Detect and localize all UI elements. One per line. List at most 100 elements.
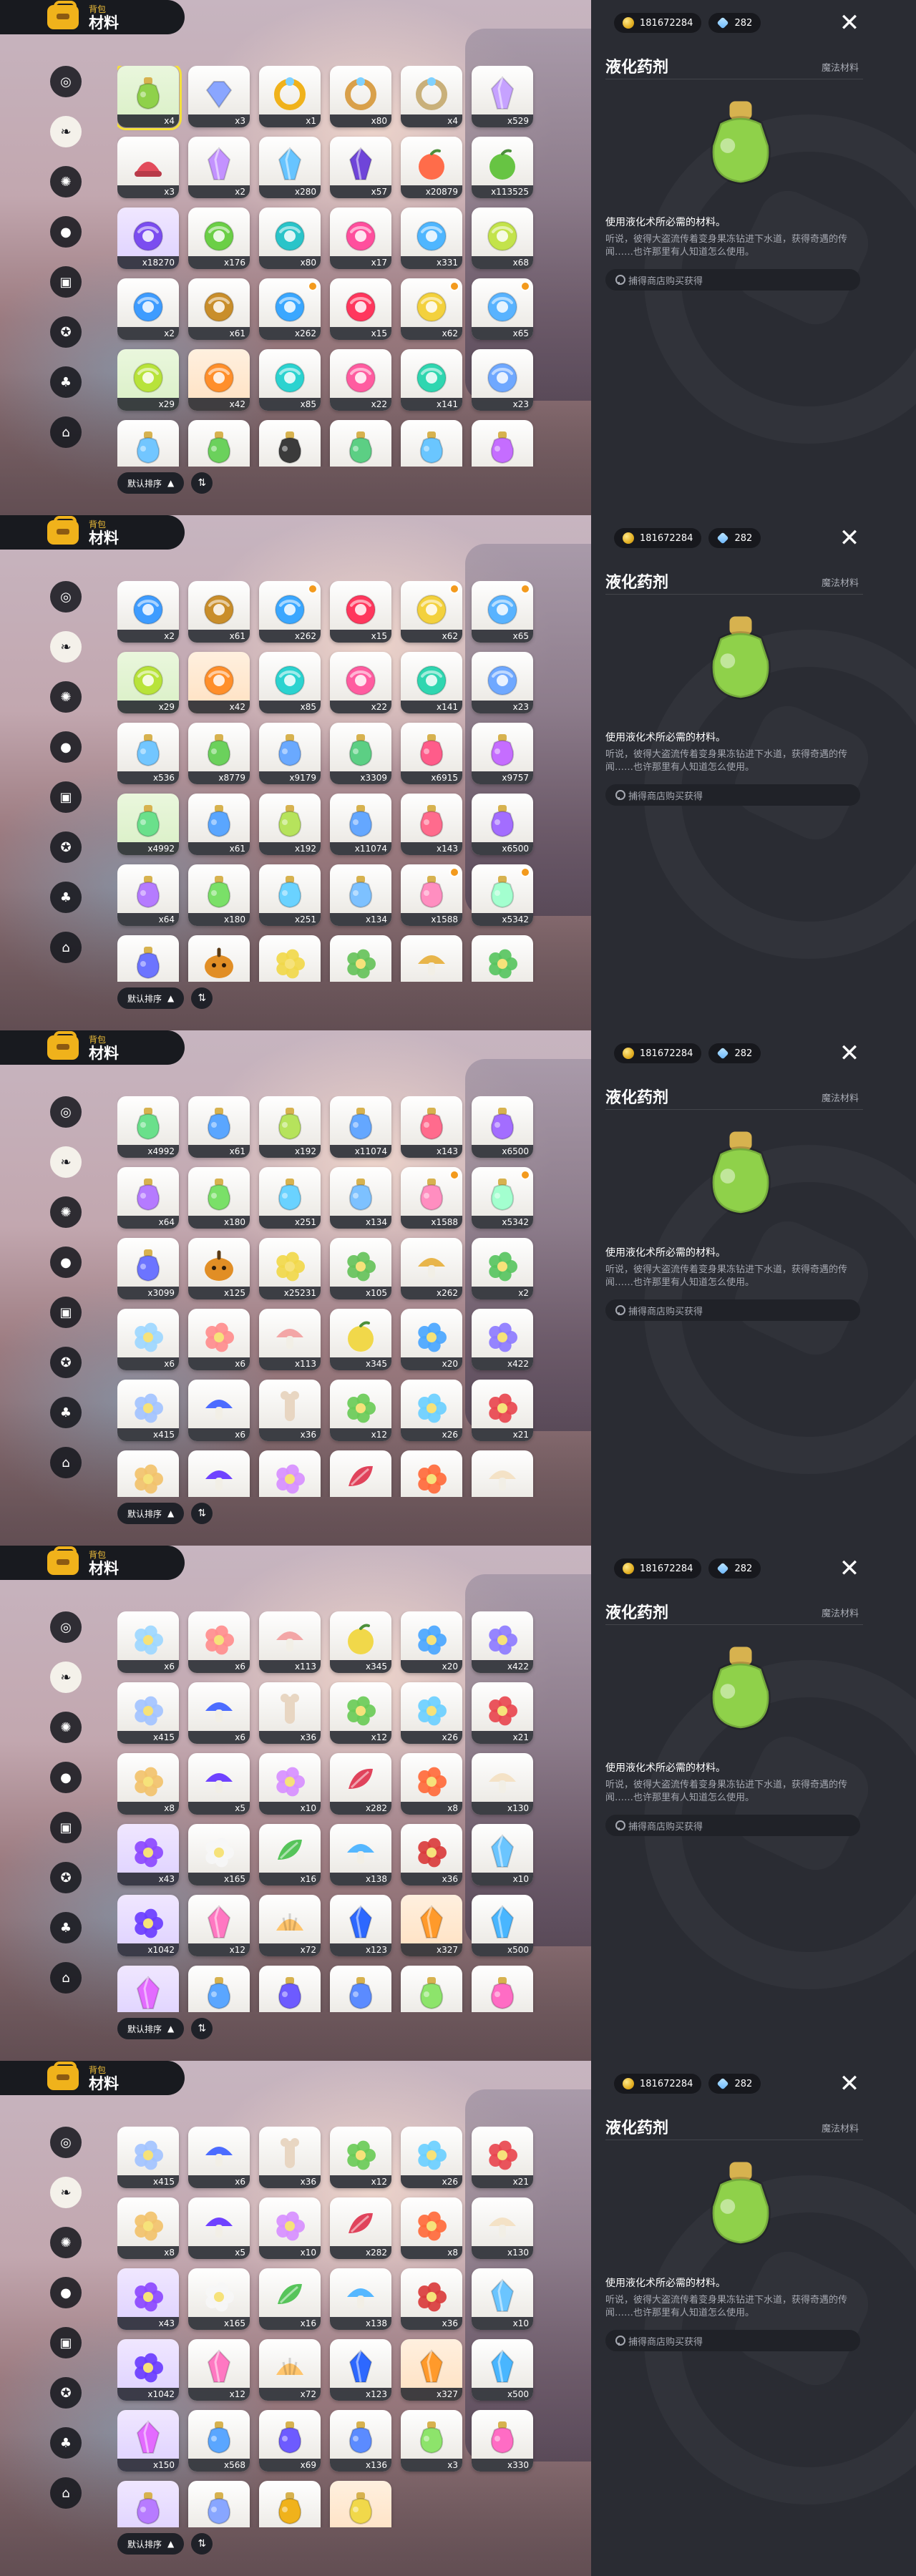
item-slot[interactable]: x16 [259, 2268, 321, 2330]
item-slot[interactable]: x125 [188, 1238, 250, 1299]
item-slot[interactable]: x29 [117, 349, 179, 411]
item-slot[interactable]: x21 [472, 2127, 533, 2188]
sort-dropdown[interactable]: 默认排序 ▲ [117, 2533, 185, 2555]
item-slot[interactable]: x15 [330, 581, 391, 643]
close-button[interactable]: ✕ [835, 2069, 864, 2098]
item-slot[interactable]: x1 [259, 66, 321, 127]
materials-icon[interactable]: ❧ [50, 631, 82, 663]
item-slot[interactable]: x8 [117, 1450, 179, 1497]
item-slot[interactable]: x113525 [472, 137, 533, 198]
item-slot[interactable]: x6500 [472, 794, 533, 855]
item-slot[interactable]: x69 [259, 2410, 321, 2472]
ball-icon[interactable]: ✪ [50, 316, 82, 348]
item-slot[interactable]: x192 [259, 794, 321, 855]
item-slot[interactable]: x68 [472, 208, 533, 269]
item-slot[interactable]: x43 [117, 2268, 179, 2330]
item-slot[interactable]: x123 [330, 2339, 391, 2401]
item-slot[interactable]: x6 [188, 2127, 250, 2188]
item-slot[interactable]: x69 [259, 1966, 321, 2012]
item-slot[interactable]: x8 [117, 2197, 179, 2259]
item-slot[interactable]: x20879 [401, 137, 462, 198]
item-slot[interactable]: x42 [188, 349, 250, 411]
item-slot[interactable]: x9757 [472, 723, 533, 784]
item-slot[interactable]: x12 [330, 1380, 391, 1441]
item-slot[interactable]: x85 [259, 652, 321, 713]
sort-order-toggle[interactable]: ⇅ [191, 472, 213, 494]
chest-icon[interactable]: ⌂ [50, 1447, 82, 1478]
item-slot[interactable]: x6 [188, 1682, 250, 1744]
item-slot[interactable]: x282 [330, 2197, 391, 2259]
item-slot[interactable]: x4 [117, 66, 182, 130]
sort-order-toggle[interactable]: ⇅ [191, 1503, 213, 1524]
item-slot[interactable]: x61 [188, 581, 250, 643]
item-slot[interactable]: x113 [259, 1611, 321, 1673]
item-slot[interactable]: x10 [259, 1450, 321, 1497]
item-slot[interactable]: x22 [330, 652, 391, 713]
ball-icon[interactable]: ✪ [50, 1862, 82, 1893]
item-slot[interactable]: x25231 [259, 1238, 321, 1299]
item-source[interactable]: 捕得商店购买获得 [605, 2330, 860, 2351]
gear-icon[interactable]: ✺ [50, 166, 82, 197]
item-slot[interactable]: x3 [117, 137, 179, 198]
gear-icon[interactable]: ✺ [50, 681, 82, 713]
item-slot[interactable]: x422 [472, 1611, 533, 1673]
item-slot[interactable] [188, 935, 250, 982]
all-items-icon[interactable]: ◎ [50, 581, 82, 613]
item-slot[interactable]: x16 [259, 1824, 321, 1885]
item-slot[interactable]: x43 [117, 1824, 179, 1885]
ball-icon[interactable]: ✪ [50, 831, 82, 863]
item-slot[interactable]: x6 [188, 1309, 250, 1370]
all-items-icon[interactable]: ◎ [50, 1611, 82, 1643]
item-source[interactable]: 捕得商店购买获得 [605, 1299, 860, 1321]
bucket-icon[interactable]: ▣ [50, 1297, 82, 1328]
item-slot[interactable]: x1433 [188, 2481, 250, 2527]
item-slot[interactable]: x138 [330, 2268, 391, 2330]
item-slot[interactable]: x23 [472, 349, 533, 411]
item-slot[interactable]: x282 [330, 1753, 391, 1815]
item-slot[interactable] [401, 420, 462, 467]
item-slot[interactable]: x105 [330, 1238, 391, 1299]
item-slot[interactable]: x42 [188, 652, 250, 713]
item-slot[interactable]: x62 [401, 278, 462, 340]
item-slot[interactable]: x165 [188, 2268, 250, 2330]
item-slot[interactable]: x6 [117, 1309, 179, 1370]
item-slot[interactable]: x568 [188, 2410, 250, 2472]
sort-dropdown[interactable]: 默认排序 ▲ [117, 472, 185, 494]
item-slot[interactable]: x5 [188, 2197, 250, 2259]
acorn-icon[interactable]: ♣ [50, 1912, 82, 1943]
item-slot[interactable] [259, 935, 321, 982]
all-items-icon[interactable]: ◎ [50, 66, 82, 97]
item-slot[interactable]: x327 [401, 2339, 462, 2401]
item-slot[interactable]: x3309 [330, 723, 391, 784]
item-slot[interactable]: x123 [330, 1895, 391, 1956]
materials-icon[interactable]: ❧ [50, 1662, 82, 1693]
item-slot[interactable]: x180 [188, 1167, 250, 1229]
item-slot[interactable] [472, 420, 533, 467]
chest-icon[interactable]: ⌂ [50, 932, 82, 963]
item-slot[interactable]: x36 [401, 2268, 462, 2330]
item-slot[interactable]: x2 [472, 1238, 533, 1299]
materials-icon[interactable]: ❧ [50, 116, 82, 147]
item-slot[interactable]: x5342 [472, 1167, 533, 1229]
item-slot[interactable]: x327 [401, 1895, 462, 1956]
item-slot[interactable]: x61 [188, 278, 250, 340]
item-slot[interactable]: x500 [472, 1895, 533, 1956]
item-slot[interactable]: x2 [188, 137, 250, 198]
item-slot[interactable]: x6 [117, 1611, 179, 1673]
item-slot[interactable]: x61 [188, 794, 250, 855]
item-slot[interactable]: x8 [117, 1753, 179, 1815]
bucket-icon[interactable]: ▣ [50, 266, 82, 298]
item-slot[interactable]: x17 [330, 208, 391, 269]
item-slot[interactable]: x62 [401, 581, 462, 643]
gear-icon[interactable]: ✺ [50, 1196, 82, 1228]
item-slot[interactable]: x3 [401, 2410, 462, 2472]
sort-order-toggle[interactable]: ⇅ [191, 2533, 213, 2555]
chest-icon[interactable]: ⌂ [50, 2477, 82, 2509]
item-slot[interactable] [117, 420, 179, 467]
item-slot[interactable]: x330 [472, 2410, 533, 2472]
item-slot[interactable]: x536 [117, 723, 179, 784]
item-slot[interactable]: x5 [188, 1450, 250, 1497]
item-slot[interactable]: x136 [330, 2410, 391, 2472]
item-slot[interactable]: x26 [401, 1380, 462, 1441]
sort-dropdown[interactable]: 默认排序 ▲ [117, 1503, 185, 1524]
